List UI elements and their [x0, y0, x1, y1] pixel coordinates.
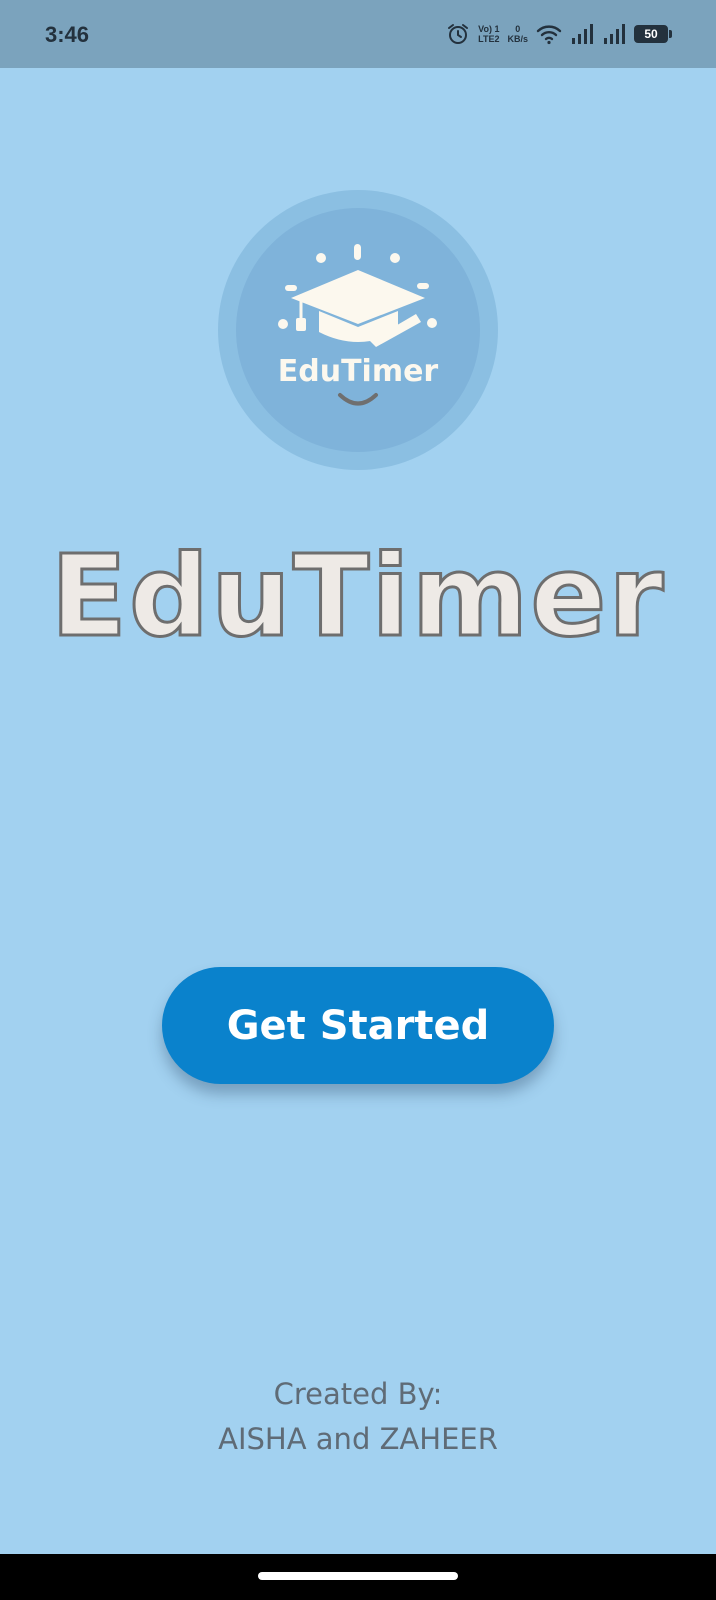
credits-heading: Created By: — [273, 1377, 443, 1411]
get-started-button[interactable]: Get Started — [162, 967, 554, 1084]
app-title: EduTimer — [49, 531, 666, 664]
volte-line2: LTE2 — [478, 34, 500, 44]
alarm-icon — [448, 24, 469, 44]
volte-indicator: Vo) 1 LTE2 — [478, 24, 499, 44]
speed-unit: KB/s — [507, 34, 528, 44]
signal-icon-sim1 — [572, 24, 593, 44]
volte-line1: Vo) 1 — [478, 24, 500, 34]
status-time: 3:46 — [45, 22, 90, 47]
signal-icon-sim2 — [604, 24, 625, 44]
credits: Created By: AISHA and ZAHEER — [0, 1372, 716, 1462]
network-speed: 0 KB/s — [507, 24, 528, 44]
battery-indicator: 50 — [634, 25, 672, 43]
status-bar: 3:46 Vo) 1 LTE2 0 KB/s 50 — [0, 0, 716, 68]
wifi-icon — [536, 25, 562, 45]
speed-value: 0 — [515, 24, 521, 34]
credits-authors: AISHA and ZAHEER — [218, 1422, 498, 1456]
navigation-bar — [0, 1554, 716, 1600]
app-logo: EduTimer — [218, 190, 498, 470]
status-icons: Vo) 1 LTE2 0 KB/s 50 — [446, 18, 672, 50]
logo-text: EduTimer — [278, 354, 439, 389]
home-gesture-handle[interactable] — [258, 1572, 458, 1580]
